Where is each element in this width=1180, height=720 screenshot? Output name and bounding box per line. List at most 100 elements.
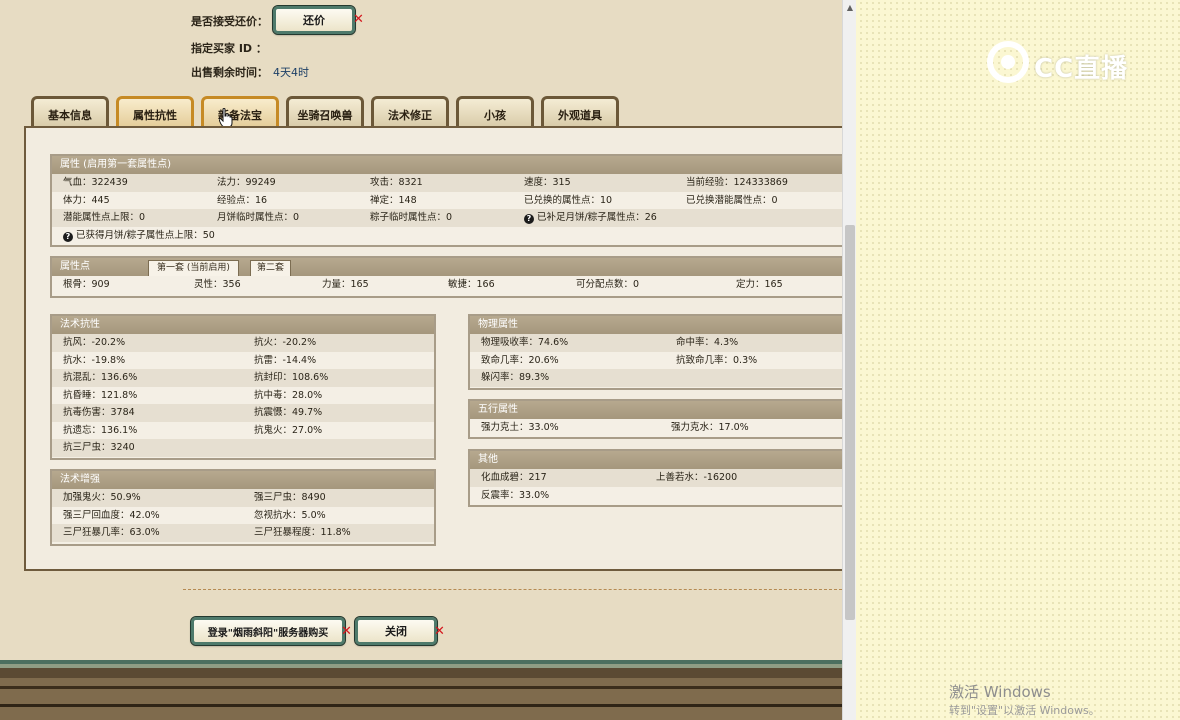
- spirit-value: 灵性：356: [194, 279, 241, 290]
- resist-fire: 抗火：-20.2%: [254, 337, 317, 348]
- other-title: 其他: [470, 451, 842, 469]
- attribute-points-header: 属性点 第一套 (当前启用) 第二套: [52, 258, 842, 276]
- water-virtue: 上善若水：-16200: [656, 472, 738, 483]
- crit-chance: 致命几率：20.6%: [481, 354, 559, 366]
- resist-poison-damage: 抗毒伤害：3784: [63, 407, 135, 418]
- game-window: 是否接受还价： 还价 ✕ 指定买家 ID ： 出售剩余时间： 4天4时 基本信息…: [0, 0, 842, 720]
- magic-resist-rows: 抗风：-20.2% 抗火：-20.2% 抗水：-19.8% 抗雷：-14.4% 抗混…: [52, 334, 434, 457]
- table-row: 化血成碧：217 上善若水：-16200: [470, 469, 842, 487]
- counter-earth: 强力克土：33.0%: [481, 422, 559, 433]
- resist-wind: 抗风：-20.2%: [63, 337, 126, 348]
- tab-point-set-2[interactable]: 第二套: [250, 260, 292, 276]
- table-row: 抗混乱：136.6% 抗封印：108.6%: [52, 369, 434, 387]
- blood-to-jade: 化血成碧：217: [481, 472, 547, 483]
- counter-offer-button[interactable]: 还价: [272, 5, 356, 35]
- close-button[interactable]: 关闭: [354, 616, 438, 646]
- tab-point-set-1[interactable]: 第一套 (当前启用): [148, 260, 239, 276]
- boost-ghostfire: 加强鬼火：50.9%: [63, 492, 141, 503]
- hand-cursor-icon: [219, 108, 233, 128]
- vertical-scrollbar[interactable]: ▲: [842, 0, 856, 720]
- zongzi-temp-value: 粽子临时属性点：0: [370, 212, 453, 223]
- obtained-limit: ? 已获得月饼/粽子属性点上限：50: [63, 227, 215, 245]
- magic-boost-section: 法术增强 加强鬼火：50.9% 强三尸虫：8490 强三尸回血度：42.0% 忽视抗…: [50, 469, 436, 546]
- attack-value: 攻击：8321: [370, 177, 423, 188]
- accept-counter-label: 是否接受还价：: [191, 15, 268, 28]
- magic-resist-section: 法术抗性 抗风：-20.2% 抗火：-20.2% 抗水：-19.8% 抗雷：-14.…: [50, 314, 436, 460]
- tab-basic-info[interactable]: 基本信息: [31, 96, 109, 128]
- attributes-title: 属性 (启用第一套属性点): [52, 156, 842, 174]
- remaining-time-label: 出售剩余时间：: [191, 66, 268, 79]
- strength-value: 力量：165: [322, 279, 369, 290]
- supplement-points: ? 已补足月饼/粽子属性点：26: [524, 209, 657, 227]
- frame-stripe: [0, 686, 842, 689]
- attributes-row: 体力：445 经验点：16 禅定：148 已兑换的属性点：10 已兑换潜能属性点…: [52, 191, 842, 209]
- frame-stripe: [0, 704, 842, 707]
- supplement-points-value: 已补足月饼/粽子属性点：26: [537, 212, 657, 223]
- scroll-thumb[interactable]: [845, 225, 855, 620]
- table-row: 抗水：-19.8% 抗雷：-14.4%: [52, 351, 434, 369]
- agility-value: 敏捷：166: [448, 279, 495, 290]
- attributes-row: 气血：322439 法力：99249 攻击：8321 速度：315 当前经验：1…: [52, 174, 842, 192]
- free-points-value: 可分配点数：0: [576, 279, 640, 290]
- attribute-points-title: 属性点: [60, 261, 90, 272]
- scroll-up-icon[interactable]: ▲: [843, 0, 857, 16]
- tab-treasure[interactable]: 新备法宝: [201, 96, 279, 128]
- anti-crit-chance: 抗致命几率：0.3%: [676, 354, 758, 366]
- physical-section: 物理属性 物理吸收率：74.6% 命中率：4.3% 致命几率：20.6% 抗致命几率…: [468, 314, 842, 390]
- resist-corpse-worm: 抗三尸虫：3240: [63, 442, 135, 453]
- windows-activation-subtitle: 转到"设置"以激活 Windows。: [949, 704, 1100, 717]
- magic-resist-title: 法术抗性: [52, 316, 434, 334]
- resist-thunder: 抗雷：-14.4%: [254, 354, 317, 366]
- tab-attributes-resistance[interactable]: 属性抗性: [116, 96, 194, 128]
- table-row: 抗昏睡：121.8% 抗中毒：28.0%: [52, 386, 434, 404]
- exp-points-value: 经验点：16: [217, 194, 268, 206]
- question-icon[interactable]: ?: [63, 231, 73, 242]
- zen-value: 禅定：148: [370, 194, 417, 206]
- counter-water: 强力克水：17.0%: [671, 422, 749, 433]
- attributes-rows: 气血：322439 法力：99249 攻击：8321 速度：315 当前经验：1…: [52, 174, 842, 244]
- table-row: 抗风：-20.2% 抗火：-20.2%: [52, 334, 434, 352]
- cc-logo-icon: [987, 41, 1029, 83]
- resist-poison: 抗中毒：28.0%: [254, 389, 323, 401]
- corpse-rage-degree: 三尸狂暴程度：11.8%: [254, 527, 351, 538]
- tab-mount-summon[interactable]: 坐骑召唤兽: [286, 96, 364, 128]
- table-row: 躲闪率：89.3%: [470, 369, 842, 387]
- resist-ghostfire: 抗鬼火：27.0%: [254, 424, 323, 436]
- attributes-row: ? 已获得月饼/粽子属性点上限：50: [52, 226, 842, 245]
- resist-chaos: 抗混乱：136.6%: [63, 372, 138, 383]
- exchanged-points-value: 已兑换的属性点：10: [524, 194, 613, 206]
- constitution-value: 根骨：909: [63, 279, 110, 290]
- focus-value: 定力：165: [736, 279, 783, 290]
- exchanged-potential-value: 已兑换潜能属性点：0: [686, 194, 778, 206]
- phys-absorb: 物理吸收率：74.6%: [481, 337, 569, 348]
- table-row: 抗三尸虫：3240: [52, 439, 434, 457]
- windows-activation-title: 激活 Windows: [949, 683, 1051, 701]
- tab-child[interactable]: 小孩: [456, 96, 534, 128]
- tab-appearance-items[interactable]: 外观道具: [541, 96, 619, 128]
- close-x-icon: ✕: [353, 12, 364, 27]
- close-x-icon: ✕: [434, 624, 445, 639]
- attribute-points-section: 属性点 第一套 (当前启用) 第二套 根骨：909 灵性：356 力量：165 …: [50, 256, 842, 298]
- table-row: 三尸狂暴几率：63.0% 三尸狂暴程度：11.8%: [52, 524, 434, 542]
- table-row: 致命几率：20.6% 抗致命几率：0.3%: [470, 351, 842, 369]
- mooncake-temp-value: 月饼临时属性点：0: [217, 212, 300, 223]
- table-row: 加强鬼火：50.9% 强三尸虫：8490: [52, 489, 434, 507]
- tab-spell-correction[interactable]: 法术修正: [371, 96, 449, 128]
- login-server-buy-button[interactable]: 登录"烟雨斜阳"服务器购买: [190, 616, 346, 646]
- attributes-panel: 属性 (启用第一套属性点) 气血：322439 法力：99249 攻击：8321…: [24, 126, 842, 571]
- resist-shock: 抗震慑：49.7%: [254, 407, 323, 418]
- other-section: 其他 化血成碧：217 上善若水：-16200 反震率：33.0%: [468, 449, 842, 507]
- table-row: 反震率：33.0%: [470, 486, 842, 504]
- table-row: 抗毒伤害：3784 抗震慑：49.7%: [52, 404, 434, 422]
- magic-boost-rows: 加强鬼火：50.9% 强三尸虫：8490 强三尸回血度：42.0% 忽视抗水：5.0…: [52, 489, 434, 542]
- resist-sleep: 抗昏睡：121.8%: [63, 389, 138, 401]
- corpse-rage-chance: 三尸狂暴几率：63.0%: [63, 527, 160, 538]
- dodge-rate: 躲闪率：89.3%: [481, 372, 550, 383]
- question-icon[interactable]: ?: [524, 214, 534, 224]
- physical-title: 物理属性: [470, 316, 842, 334]
- attributes-section: 属性 (启用第一套属性点) 气血：322439 法力：99249 攻击：8321…: [50, 154, 842, 247]
- mp-value: 法力：99249: [217, 177, 276, 188]
- potential-limit-value: 潜能属性点上限：0: [63, 212, 146, 223]
- magic-boost-title: 法术增强: [52, 471, 434, 489]
- table-row: 强三尸回血度：42.0% 忽视抗水：5.0%: [52, 506, 434, 524]
